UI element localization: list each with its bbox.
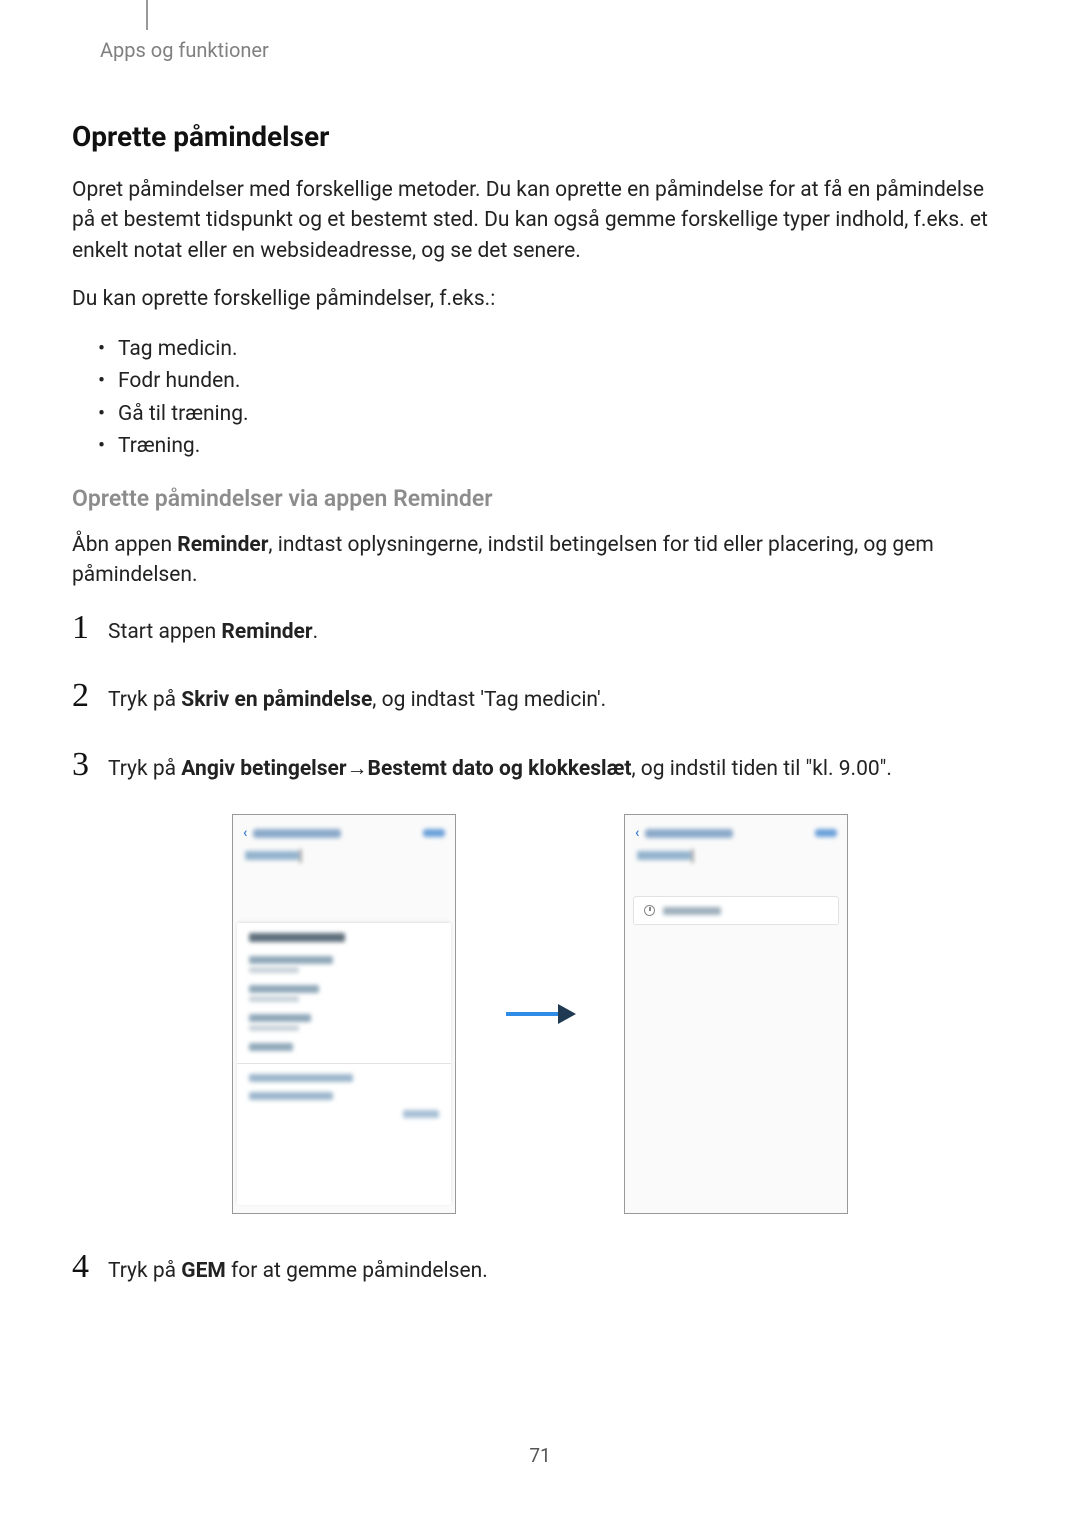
step-2: 2 Tryk på Skriv en påmindelse, og indtas… <box>72 677 1008 715</box>
app-name-bold: Reminder <box>177 533 268 557</box>
text-cursor-icon <box>692 849 694 863</box>
subsection-intro: Åbn appen Reminder, indtast oplysningern… <box>72 530 1008 591</box>
intro-paragraph-2: Du kan oprette forskellige påmindelser, … <box>72 284 1008 314</box>
screenshot-right: ‹ <box>624 814 848 1214</box>
text-part: . <box>313 620 319 644</box>
chip-text-blur <box>663 907 721 915</box>
bold-label: Bestemt dato og klokkeslæt <box>368 757 632 781</box>
bold-label: Angiv betingelser <box>181 757 346 781</box>
sheet-cancel-blur <box>403 1110 439 1118</box>
step-text: Tryk på GEM for at gemme påmindelsen. <box>108 1256 488 1286</box>
step-3: 3 Tryk på Angiv betingelser → Bestemt da… <box>72 746 1008 785</box>
row-sub-blur <box>249 1025 299 1031</box>
page-content: Apps og funktioner Oprette påmindelser O… <box>0 0 1080 1287</box>
screenshot-input-area <box>625 847 847 878</box>
sheet-title-blur <box>249 933 345 942</box>
sheet-row <box>249 1014 439 1031</box>
screenshot-save-blur <box>815 829 837 837</box>
text-cursor-icon <box>300 849 302 863</box>
screenshot-save-blur <box>423 829 445 837</box>
conditions-sheet <box>237 923 451 1205</box>
divider <box>237 1063 451 1064</box>
step-4: 4 Tryk på GEM for at gemme påmindelsen. <box>72 1248 1008 1286</box>
step-number: 2 <box>72 677 108 715</box>
clock-icon <box>644 905 655 916</box>
bold-label: Reminder <box>221 620 312 644</box>
step-1: 1 Start appen Reminder. <box>72 609 1008 647</box>
row-main-blur <box>249 1014 311 1022</box>
page-margin-marker <box>146 0 148 30</box>
subsection-title: Oprette påmindelser via appen Reminder <box>72 485 1008 512</box>
step-number: 4 <box>72 1248 108 1286</box>
step-text: Tryk på Angiv betingelser → Bestemt dato… <box>108 754 892 785</box>
list-item: Gå til træning. <box>98 398 1008 431</box>
screenshot-header: ‹ <box>625 815 847 847</box>
condition-chip <box>633 896 839 925</box>
text-part: Tryk på <box>108 1259 181 1283</box>
screenshot-header: ‹ <box>233 815 455 847</box>
step-text: Tryk på Skriv en påmindelse, og indtast … <box>108 685 606 715</box>
sheet-link-blur <box>249 1074 353 1082</box>
breadcrumb: Apps og funktioner <box>100 38 1008 62</box>
transition-arrow-icon <box>504 1002 576 1026</box>
page-number: 71 <box>529 1444 550 1467</box>
bold-label: Skriv en påmindelse <box>181 688 372 712</box>
steps-container-2: 4 Tryk på GEM for at gemme påmindelsen. <box>72 1248 1008 1286</box>
text-part: Åbn appen <box>72 533 177 557</box>
text-part: for at gemme påmindelsen. <box>226 1259 488 1283</box>
list-item: Fodr hunden. <box>98 365 1008 398</box>
row-sub-blur <box>249 996 299 1002</box>
screenshot-title-blur <box>253 829 341 838</box>
intro-paragraph-1: Opret påmindelser med forskellige metode… <box>72 175 1008 266</box>
row-main-blur <box>249 985 319 993</box>
text-part: , og indtast 'Tag medicin'. <box>372 688 606 712</box>
screenshot-input-area <box>233 847 455 878</box>
list-item: Tag medicin. <box>98 333 1008 366</box>
examples-list: Tag medicin. Fodr hunden. Gå til træning… <box>98 333 1008 463</box>
step-text: Start appen Reminder. <box>108 617 318 647</box>
sheet-row <box>249 1043 439 1051</box>
bold-label: GEM <box>181 1259 226 1283</box>
row-main-blur <box>249 956 333 964</box>
back-chevron-icon: ‹ <box>243 825 247 841</box>
screenshot-left: ‹ <box>232 814 456 1214</box>
sheet-link-blur <box>249 1092 333 1100</box>
text-part: , og indstil tiden til "kl. 9.00". <box>631 757 891 781</box>
row-main-blur <box>249 1043 293 1051</box>
list-item: Træning. <box>98 430 1008 463</box>
back-chevron-icon: ‹ <box>635 825 639 841</box>
row-sub-blur <box>249 967 299 973</box>
step-number: 1 <box>72 609 108 647</box>
sheet-row <box>249 956 439 973</box>
screenshot-title-blur <box>645 829 733 838</box>
arrow-right-icon: → <box>347 754 368 784</box>
text-part: Tryk på <box>108 688 181 712</box>
screenshot-row: ‹ <box>72 814 1008 1214</box>
section-title: Oprette påmindelser <box>72 120 1008 153</box>
sheet-row <box>249 985 439 1002</box>
text-part: Tryk på <box>108 757 181 781</box>
input-text-blur <box>245 851 299 860</box>
steps-container: 1 Start appen Reminder. 2 Tryk på Skriv … <box>72 609 1008 785</box>
step-number: 3 <box>72 746 108 784</box>
input-text-blur <box>637 851 691 860</box>
text-part: Start appen <box>108 620 221 644</box>
